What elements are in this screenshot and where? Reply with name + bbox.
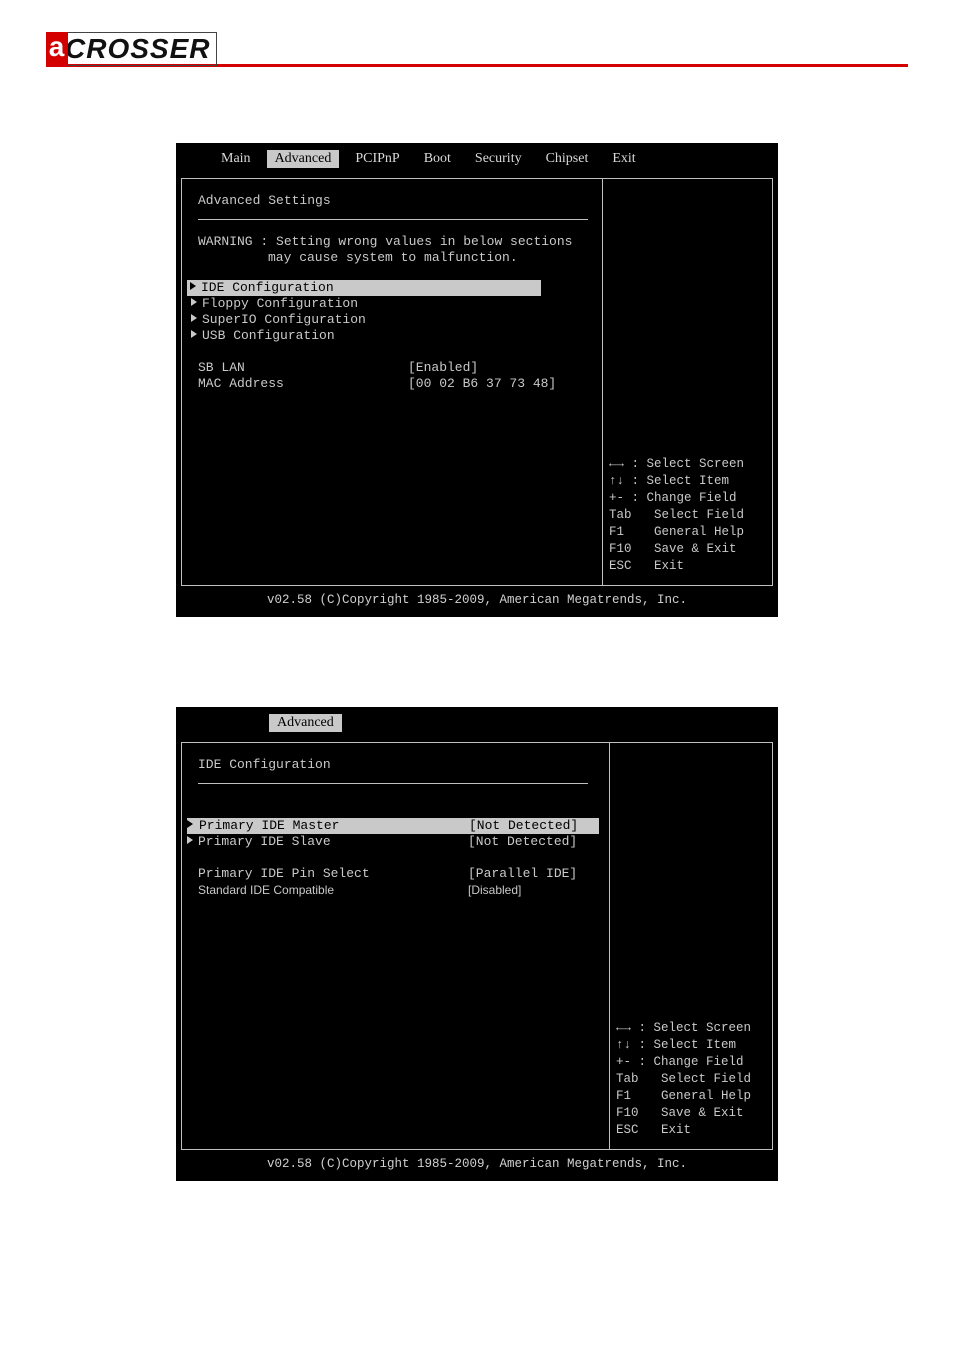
legend-line: ↑↓ : Select Item [616, 1037, 751, 1054]
section-title: Advanced Settings [198, 193, 592, 209]
submenu-arrow-icon [188, 328, 202, 344]
legend-line: ↑↓ : Select Item [609, 473, 744, 490]
menu-item-ide-configuration[interactable]: IDE Configuration [187, 280, 541, 296]
legend-line: ESC Exit [616, 1122, 751, 1139]
submenu-arrow-icon [188, 312, 202, 328]
legend-line: F1 General Help [609, 524, 744, 541]
bios-screen-ide: Advanced IDE Configuration Primary IDE M… [176, 707, 778, 1181]
tab-advanced[interactable]: Advanced [269, 714, 342, 732]
tab-security[interactable]: Security [467, 150, 530, 168]
divider [198, 783, 588, 784]
tab-exit[interactable]: Exit [604, 150, 643, 168]
bios-tabbar: Main Advanced PCIPnP Boot Security Chipset Exi… [177, 144, 777, 178]
setting-mac-address[interactable]: MAC Address[00 02 B6 37 73 48] [198, 376, 592, 392]
setting-primary-ide-slave[interactable]: Primary IDE Slave[Not Detected] [187, 834, 599, 850]
legend-line: F10 Save & Exit [616, 1105, 751, 1122]
submenu-arrow-icon [187, 834, 198, 850]
menu-item-superio-configuration[interactable]: SuperIO Configuration [188, 312, 592, 328]
bios-footer: v02.58 (C)Copyright 1985-2009, American … [177, 1150, 777, 1180]
brand-logo: a CROSSER [46, 32, 217, 66]
submenu-arrow-icon [187, 818, 198, 834]
warning-line-2: may cause system to malfunction. [198, 250, 592, 266]
section-title: IDE Configuration [198, 757, 599, 773]
submenu-arrow-icon [187, 280, 201, 296]
legend-line: +- : Change Field [609, 490, 744, 507]
brand-header: a CROSSER [46, 32, 908, 73]
submenu-arrow-icon [188, 296, 202, 312]
menu-item-floppy-configuration[interactable]: Floppy Configuration [188, 296, 592, 312]
bios-tabbar: Advanced [177, 708, 777, 742]
legend-line: ESC Exit [609, 558, 744, 575]
bios-footer: v02.58 (C)Copyright 1985-2009, American … [177, 586, 777, 616]
setting-standard-ide-compatible[interactable]: Standard IDE Compatible[Disabled] [187, 882, 599, 898]
legend-line: F1 General Help [616, 1088, 751, 1105]
legend-line: ←→ : Select Screen [616, 1020, 751, 1037]
tab-main[interactable]: Main [213, 150, 259, 168]
brand-name: CROSSER [65, 33, 210, 64]
tab-chipset[interactable]: Chipset [538, 150, 597, 168]
brand-accent: a [46, 32, 68, 66]
legend-line: Tab Select Field [616, 1071, 751, 1088]
warning-text: WARNING : Setting wrong values in below … [198, 234, 592, 266]
menu-item-usb-configuration[interactable]: USB Configuration [188, 328, 592, 344]
setting-primary-ide-pin-select[interactable]: Primary IDE Pin Select[Parallel IDE] [187, 866, 599, 882]
legend-line: F10 Save & Exit [609, 541, 744, 558]
tab-pcipnp[interactable]: PCIPnP [347, 150, 407, 168]
legend-help: ←→ : Select Screen↑↓ : Select Item+- : C… [616, 1020, 751, 1139]
legend-line: Tab Select Field [609, 507, 744, 524]
divider [198, 219, 588, 220]
legend-help: ←→ : Select Screen↑↓ : Select Item+- : C… [609, 456, 744, 575]
tab-advanced[interactable]: Advanced [267, 150, 340, 168]
tab-boot[interactable]: Boot [416, 150, 459, 168]
setting-sb-lan[interactable]: SB LAN[Enabled] [198, 360, 592, 376]
setting-primary-ide-master[interactable]: Primary IDE Master[Not Detected] [187, 818, 599, 834]
legend-line: +- : Change Field [616, 1054, 751, 1071]
warning-line-1: WARNING : Setting wrong values in below … [198, 234, 592, 250]
legend-line: ←→ : Select Screen [609, 456, 744, 473]
bios-screen-advanced: Main Advanced PCIPnP Boot Security Chipset Exi… [176, 143, 778, 617]
